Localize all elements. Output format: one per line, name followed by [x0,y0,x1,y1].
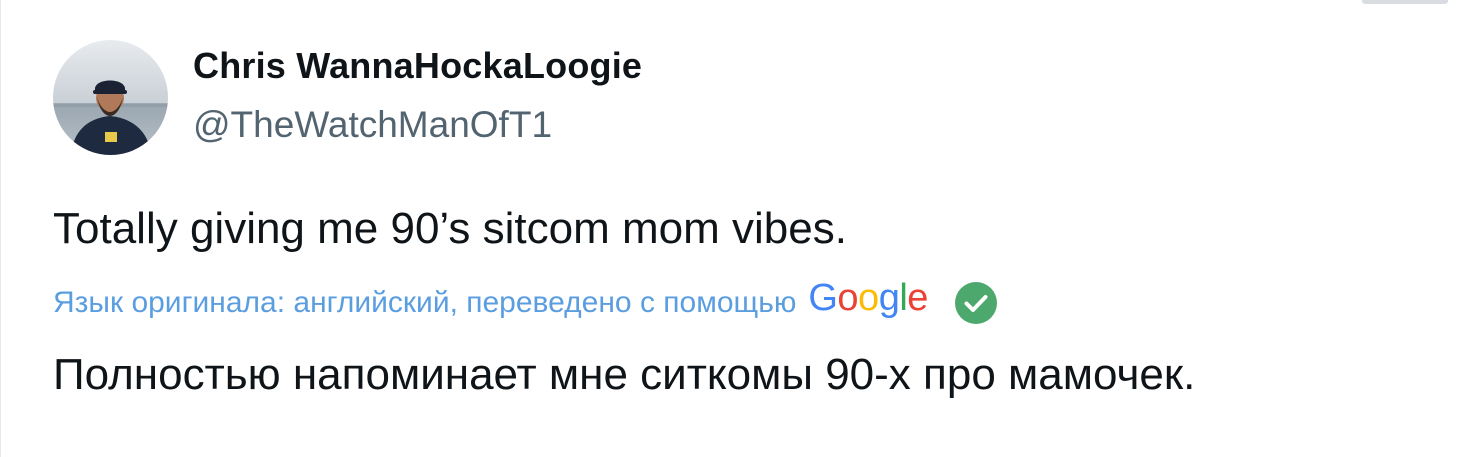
user-handle[interactable]: @TheWatchManOfT1 [193,104,552,146]
tweet-text: Totally giving me 90’s sitcom mom vibes. [53,204,847,253]
google-logo-letter: o [837,277,859,319]
translated-text: Полностью напоминает мне ситкомы 90-х пр… [53,350,1196,399]
google-logo-letter: o [858,277,879,319]
google-logo-letter: G [808,277,838,319]
translation-attribution: Язык оригинала: английский, переведено с… [53,278,998,328]
check-circle-icon [954,282,997,324]
top-edge-tab [1362,0,1448,4]
translation-note-link[interactable]: Язык оригинала: английский, переведено с… [53,286,796,320]
google-logo: Google [808,279,928,317]
avatar[interactable] [53,40,168,155]
google-logo-letter: g [878,277,900,319]
user-name[interactable]: Chris WannaHockaLoogie [193,45,642,87]
google-logo-letter: e [907,277,928,319]
tweet-card: Chris WannaHockaLoogie @TheWatchManOfT1 … [0,0,1460,457]
